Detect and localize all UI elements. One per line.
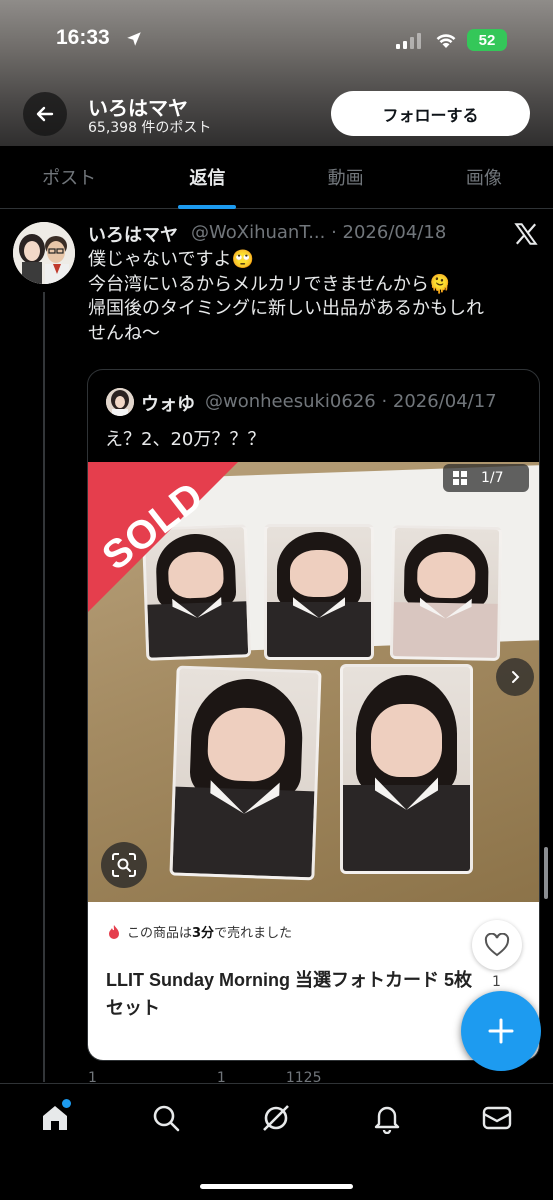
follow-button[interactable]: フォローする xyxy=(331,91,530,136)
search-icon xyxy=(153,1105,180,1132)
quoted-tweet[interactable]: ウォゆ @wonheesuki0626 · 2026/04/17 え？2、20万… xyxy=(87,369,540,1061)
grok-icon xyxy=(263,1105,289,1131)
tweet-author-name[interactable]: いろはマヤ xyxy=(88,221,178,247)
quote-handle-date: @wonheesuki0626 · 2026/04/17 xyxy=(205,391,497,412)
scrollbar[interactable] xyxy=(544,847,548,899)
back-arrow-icon xyxy=(36,106,54,122)
nav-search[interactable] xyxy=(149,1101,183,1135)
next-image-button[interactable] xyxy=(496,658,534,696)
tweet-text: 僕じゃないですよ🙄 今台湾にいるからメルカリできませんから🫠 帰国後のタイミング… xyxy=(88,248,528,346)
like-item-button[interactable] xyxy=(472,920,522,970)
nav-grok[interactable] xyxy=(259,1101,293,1135)
visual-search-button[interactable] xyxy=(101,842,147,888)
tab-replies[interactable]: 返信 xyxy=(138,146,276,208)
bell-icon xyxy=(374,1106,400,1134)
back-button[interactable] xyxy=(23,92,67,136)
home-indicator xyxy=(200,1184,353,1189)
sold-note-prefix: この商品は xyxy=(127,926,193,941)
fire-icon xyxy=(109,924,119,939)
post-count: 65,398 件のポスト xyxy=(88,120,212,136)
plus-icon xyxy=(488,1018,514,1044)
sold-note-suffix: で売れました xyxy=(214,926,293,941)
avatar-illustration xyxy=(13,222,75,284)
cellular-signal-icon xyxy=(396,33,421,49)
location-arrow-icon xyxy=(127,32,141,46)
item-title: LLIT Sunday Morning 当選フォトカード 5枚セット xyxy=(106,970,472,1018)
chevron-right-icon xyxy=(512,671,520,683)
listing-photo[interactable]: SOLD 1/7 xyxy=(88,462,539,902)
image-counter: 1/7 xyxy=(443,464,529,492)
tab-posts[interactable]: ポスト xyxy=(0,146,138,208)
battery-level: 52 xyxy=(478,31,496,49)
quote-author-name: ウォゆ xyxy=(141,394,195,415)
avatar[interactable] xyxy=(13,222,75,284)
tweet-line: せんね〜 xyxy=(88,322,160,344)
heart-icon xyxy=(484,933,510,957)
compose-button[interactable] xyxy=(461,991,541,1071)
photocard xyxy=(169,665,322,881)
sold-note-time: 3分 xyxy=(192,926,215,941)
status-time: 16:33 xyxy=(56,26,110,49)
photocard xyxy=(389,525,503,661)
lens-icon xyxy=(112,853,136,877)
x-logo-icon xyxy=(514,223,538,245)
bottom-navigation xyxy=(0,1083,553,1200)
nav-messages[interactable] xyxy=(480,1101,514,1135)
tweet-line: 僕じゃないですよ🙄 xyxy=(88,249,254,270)
profile-tabs: ポスト 返信 動画 画像 xyxy=(0,146,553,209)
tweet-handle-date: @WoXihuanT... · 2026/04/18 xyxy=(191,222,447,243)
quote-text: え？2、20万？？？ xyxy=(105,429,266,450)
tweet-line: 今台湾にいるからメルカリできませんから🫠 xyxy=(88,273,452,295)
item-like-count: 1 xyxy=(492,974,501,990)
tab-videos[interactable]: 動画 xyxy=(277,146,415,208)
battery-indicator: 52 xyxy=(467,29,507,51)
tab-images[interactable]: 画像 xyxy=(415,146,553,208)
notification-dot xyxy=(62,1099,71,1108)
photocard xyxy=(340,664,473,874)
tweet-line: 帰国後のタイミングに新しい出品があるかもしれ xyxy=(88,298,484,319)
photocard xyxy=(264,524,374,660)
status-bar: 16:33 52 xyxy=(0,0,553,80)
sold-time-note: この商品は3分で売れました xyxy=(107,922,292,941)
mail-icon xyxy=(482,1106,512,1130)
wifi-icon xyxy=(436,34,456,48)
sold-ribbon: SOLD xyxy=(88,462,248,622)
image-counter-text: 1/7 xyxy=(481,470,504,486)
thread-line xyxy=(43,292,45,1082)
quote-avatar xyxy=(106,388,134,416)
grid-icon xyxy=(453,471,467,485)
nav-notifications[interactable] xyxy=(370,1101,404,1135)
